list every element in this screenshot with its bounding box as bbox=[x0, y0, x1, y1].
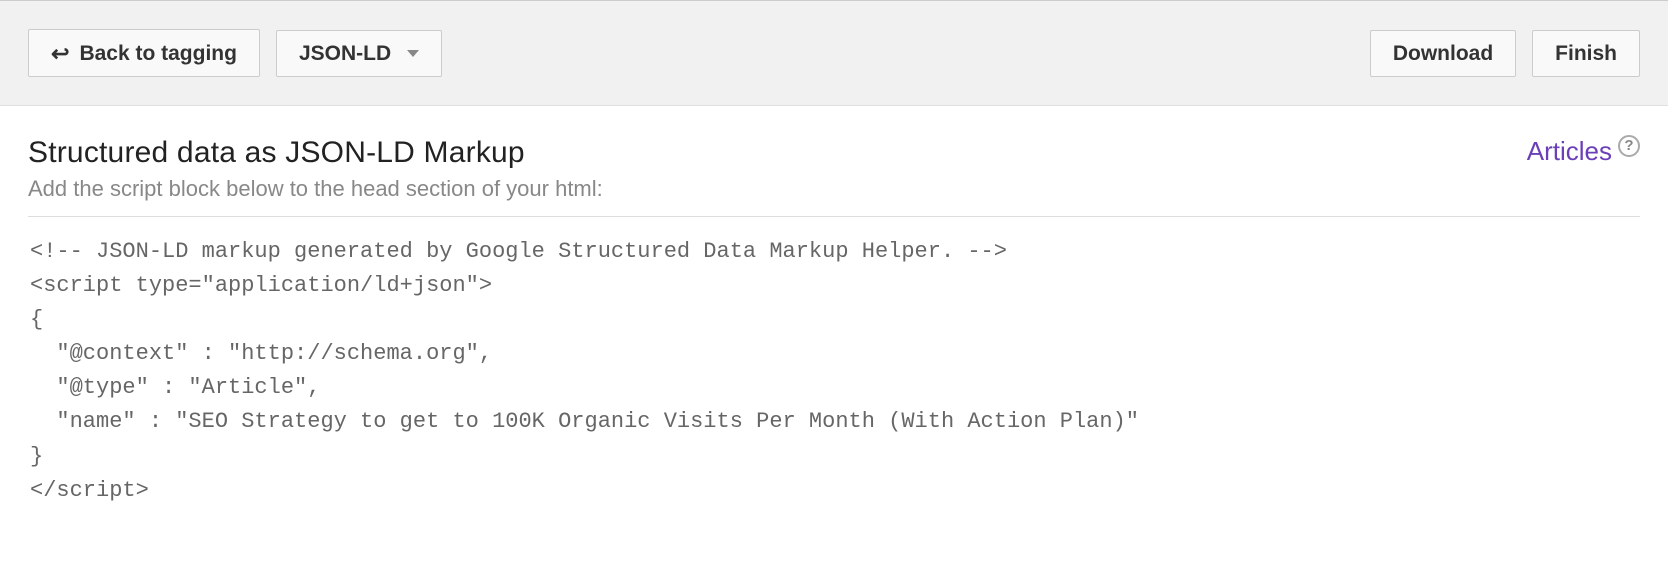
code-output[interactable]: <!-- JSON-LD markup generated by Google … bbox=[28, 217, 1640, 526]
page-subtitle: Add the script block below to the head s… bbox=[28, 176, 603, 202]
download-button[interactable]: Download bbox=[1370, 30, 1516, 77]
articles-link[interactable]: Articles bbox=[1527, 136, 1612, 167]
page-title: Structured data as JSON-LD Markup bbox=[28, 136, 603, 170]
help-icon[interactable]: ? bbox=[1618, 135, 1640, 157]
header-row: Structured data as JSON-LD Markup Add th… bbox=[28, 136, 1640, 202]
finish-button[interactable]: Finish bbox=[1532, 30, 1640, 77]
toolbar: ↩ Back to tagging JSON-LD Download Finis… bbox=[0, 0, 1668, 106]
header-text: Structured data as JSON-LD Markup Add th… bbox=[28, 136, 603, 202]
content-area: Structured data as JSON-LD Markup Add th… bbox=[0, 106, 1668, 546]
back-button-label: Back to tagging bbox=[79, 43, 237, 64]
articles-link-wrap: Articles ? bbox=[1527, 136, 1640, 167]
download-button-label: Download bbox=[1393, 43, 1493, 64]
back-to-tagging-button[interactable]: ↩ Back to tagging bbox=[28, 29, 260, 77]
back-arrow-icon: ↩ bbox=[51, 43, 69, 65]
finish-button-label: Finish bbox=[1555, 43, 1617, 64]
format-dropdown[interactable]: JSON-LD bbox=[276, 30, 442, 77]
format-dropdown-label: JSON-LD bbox=[299, 43, 391, 64]
chevron-down-icon bbox=[407, 50, 419, 57]
